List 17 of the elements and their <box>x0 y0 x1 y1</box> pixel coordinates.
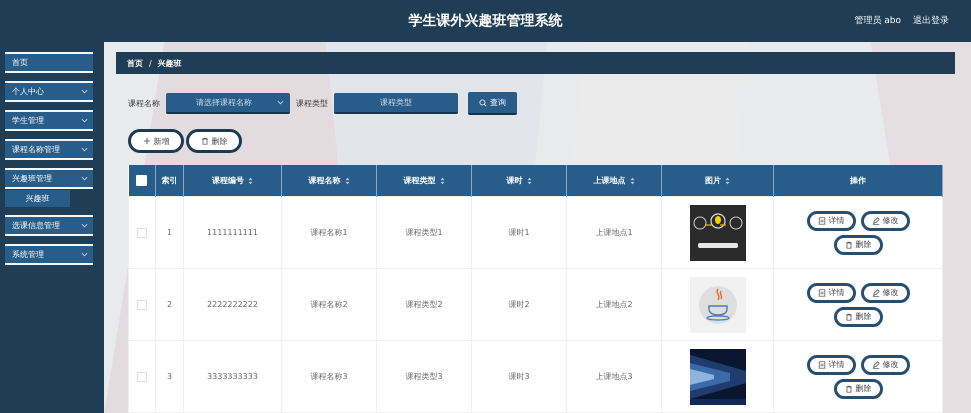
sidebar-item[interactable]: 学生管理 <box>5 110 93 131</box>
sidebar-item[interactable]: 兴趣班管理 <box>5 168 93 189</box>
sidebar-subitem[interactable]: 兴趣班 <box>5 190 70 207</box>
sidebar-item[interactable]: 系统管理 <box>5 244 93 265</box>
chevron-down-icon <box>81 89 88 94</box>
chevron-down-icon <box>81 147 88 152</box>
user-name: 管理员 abo <box>854 14 901 27</box>
chevron-down-icon <box>81 176 88 181</box>
logout-link[interactable]: 退出登录 <box>913 14 949 27</box>
chevron-down-icon <box>81 118 88 123</box>
chevron-down-icon <box>81 252 88 257</box>
sidebar-item[interactable]: 选课信息管理 <box>5 215 93 236</box>
sidebar-item[interactable]: 个人中心 <box>5 81 93 102</box>
chevron-down-icon <box>81 223 88 228</box>
sidebar-item[interactable]: 课程名称管理 <box>5 139 93 160</box>
sidebar-item[interactable]: 首页 <box>5 52 93 73</box>
app-title: 学生课外兴趣班管理系统 <box>408 12 562 30</box>
